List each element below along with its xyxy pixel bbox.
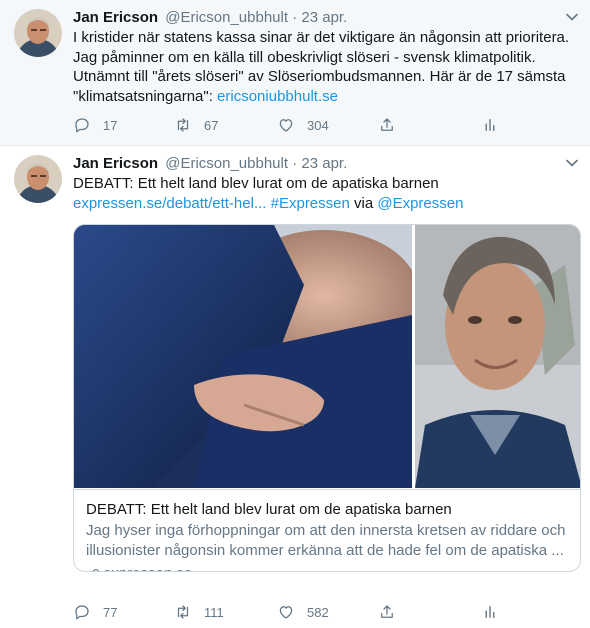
- card-domain: expressen.se: [86, 564, 570, 571]
- retweet-icon: [177, 605, 189, 619]
- analytics-icon: [485, 119, 495, 131]
- chevron-down-icon[interactable]: [564, 9, 580, 25]
- via-text: via: [349, 194, 378, 212]
- like-icon: [279, 119, 293, 132]
- analytics-icon: [485, 606, 495, 618]
- tweet[interactable]: Jan Ericson @Ericson_ubbhult · 23 apr. D…: [0, 146, 590, 628]
- link-icon: [92, 568, 99, 571]
- retweet-icon: [177, 118, 189, 132]
- tweet-text: I kristider när statens kassa sinar är d…: [73, 28, 573, 106]
- tweet-date[interactable]: 23 apr.: [301, 155, 347, 172]
- card-meta: DEBATT: Ett helt land blev lurat om de a…: [74, 489, 580, 571]
- card-image: [74, 225, 580, 488]
- analytics-button[interactable]: [481, 602, 499, 622]
- tweet-date[interactable]: 23 apr.: [301, 9, 347, 26]
- tweet-text-line: "klimatsatsningarna":: [73, 87, 218, 105]
- like-count: 304: [307, 117, 329, 133]
- reply-icon: [75, 605, 89, 620]
- retweet-count: 67: [204, 117, 219, 133]
- retweet-count: 111: [204, 604, 224, 620]
- avatar[interactable]: [14, 155, 62, 203]
- author-handle[interactable]: @Ericson_ubbhult: [165, 155, 288, 172]
- reply-count: 77: [103, 604, 118, 620]
- share-icon: [381, 118, 393, 131]
- child-photo: [74, 225, 412, 488]
- retweet-button[interactable]: 111: [174, 602, 224, 622]
- card-domain-text: expressen.se: [103, 564, 192, 571]
- tweet-text: DEBATT: Ett helt land blev lurat om de a…: [73, 174, 573, 213]
- chevron-down-icon[interactable]: [564, 155, 580, 171]
- hashtag-link[interactable]: #Expressen: [271, 195, 350, 212]
- analytics-button[interactable]: [481, 115, 499, 135]
- tweet[interactable]: Jan Ericson @Ericson_ubbhult · 23 apr. I…: [0, 0, 590, 146]
- share-icon: [381, 605, 393, 618]
- avatar[interactable]: [14, 9, 62, 57]
- tweet-text-line: I kristider när statens kassa sinar är d…: [73, 29, 570, 46]
- tweet-text-line: Jag påminner om en källa till obeskrivli…: [73, 48, 536, 66]
- tweet-text-line: Utnämnt till "årets slöseri" av Slöserio…: [73, 68, 566, 85]
- share-button[interactable]: [378, 115, 396, 135]
- mention-link[interactable]: @Expressen: [377, 195, 463, 212]
- author-name[interactable]: Jan Ericson: [73, 9, 158, 26]
- reply-button[interactable]: 77: [73, 602, 117, 622]
- share-button[interactable]: [378, 602, 396, 622]
- card-description-line: illusionister någonsin kommer erkänna at…: [86, 542, 564, 559]
- reply-icon: [75, 118, 89, 133]
- like-icon: [279, 606, 293, 619]
- card-description-line: Jag hyser inga förhoppningar om att den …: [86, 522, 566, 539]
- author-handle[interactable]: @Ericson_ubbhult: [165, 9, 288, 26]
- like-count: 582: [307, 604, 329, 620]
- tweet-link[interactable]: expressen.se/debatt/ett-hel...: [73, 195, 266, 212]
- tweet-text-line: DEBATT: Ett helt land blev lurat om de a…: [73, 175, 439, 192]
- separator: ·: [292, 9, 298, 26]
- reply-button[interactable]: 17: [73, 115, 117, 135]
- link-preview-card[interactable]: DEBATT: Ett helt land blev lurat om de a…: [73, 224, 581, 572]
- reply-count: 17: [103, 117, 118, 133]
- author-name[interactable]: Jan Ericson: [73, 155, 158, 172]
- separator: ·: [292, 155, 298, 172]
- tweet-link[interactable]: ericsoniubbhult.se: [217, 88, 338, 105]
- retweet-button[interactable]: 67: [174, 115, 218, 135]
- card-description: Jag hyser inga förhoppningar om att den …: [86, 521, 570, 561]
- like-button[interactable]: 304: [277, 115, 329, 135]
- like-button[interactable]: 582: [277, 602, 329, 622]
- author-photo: [415, 225, 580, 488]
- card-title: DEBATT: Ett helt land blev lurat om de a…: [86, 501, 452, 518]
